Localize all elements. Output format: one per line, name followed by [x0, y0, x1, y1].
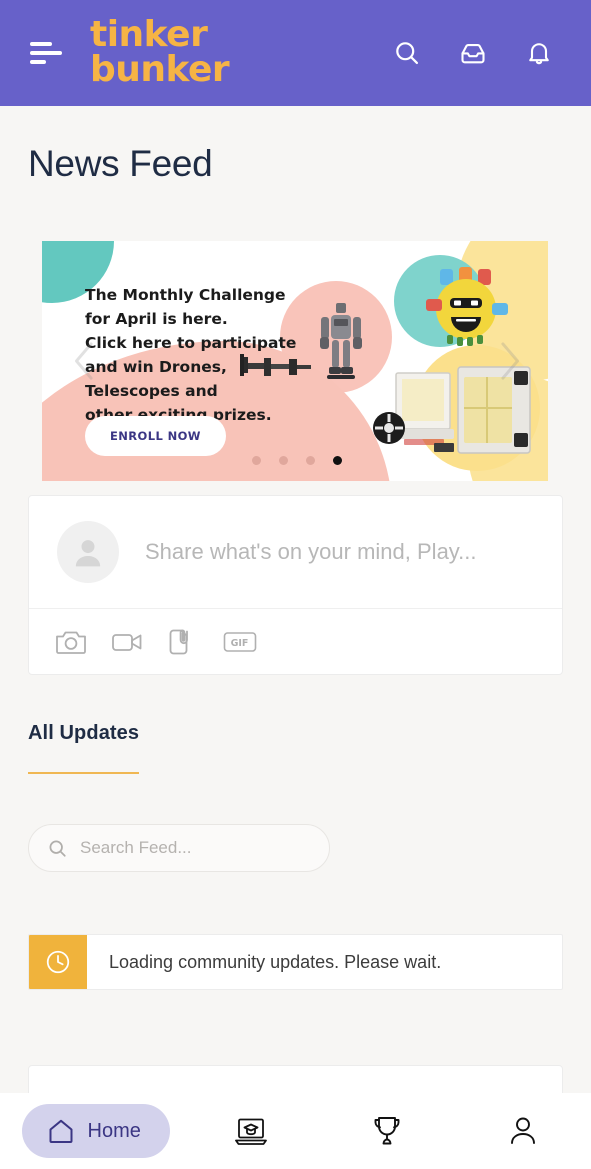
video-camera-icon[interactable] [111, 627, 145, 657]
header-actions [393, 39, 553, 67]
banner-line-2: for April is here. [85, 310, 228, 329]
composer-attachment-bar: GIF [29, 608, 562, 675]
app-logo[interactable]: tinker bunker [90, 14, 230, 90]
carousel-dots [252, 456, 342, 465]
chevron-right-icon[interactable] [494, 339, 524, 383]
hamburger-line [30, 60, 46, 64]
gif-icon[interactable]: GIF [223, 627, 257, 657]
default-user-avatar[interactable] [57, 521, 119, 583]
person-icon [509, 1116, 537, 1146]
spool-wheel-illustration [373, 412, 405, 444]
clock-icon [29, 935, 87, 989]
laptop-graduation-icon [234, 1116, 268, 1146]
search-icon[interactable] [393, 39, 421, 67]
inbox-icon[interactable] [459, 39, 487, 67]
svg-text:GIF: GIF [231, 638, 249, 649]
camera-icon[interactable] [55, 627, 89, 657]
carousel-dot[interactable] [252, 456, 261, 465]
tab-all-updates[interactable]: All Updates [28, 722, 139, 745]
logo-line-2: bunker [90, 49, 230, 90]
feed-search-box[interactable] [28, 824, 330, 872]
promo-banner-carousel[interactable]: The Monthly Challenge for April is here.… [42, 241, 548, 481]
attachment-icon[interactable] [167, 627, 201, 657]
loading-status-bar: Loading community updates. Please wait. [28, 934, 563, 990]
carousel-dot-active[interactable] [333, 456, 342, 465]
composer-input-row [29, 496, 562, 608]
app-header: tinker bunker [0, 0, 591, 106]
feed-tabs: All Updates [28, 722, 139, 774]
nav-home-label: Home [87, 1119, 141, 1142]
humanoid-robot-illustration [320, 303, 362, 379]
post-composer: GIF [28, 495, 563, 675]
yellow-robot-illustration [426, 267, 508, 346]
nav-profile[interactable] [455, 1093, 591, 1169]
bottom-navigation: Home [0, 1093, 591, 1169]
banner-line-1: The Monthly Challenge [85, 286, 286, 304]
tab-active-underline [28, 772, 139, 774]
app-root: tinker bunker News Feed The Monthly Chal… [0, 0, 591, 1169]
enroll-now-button[interactable]: ENROLL NOW [85, 416, 226, 456]
carousel-dot[interactable] [279, 456, 288, 465]
search-feed-input[interactable] [80, 838, 311, 858]
hamburger-line [30, 51, 62, 55]
logo-line-1: tinker [90, 14, 208, 56]
trophy-icon [372, 1115, 402, 1147]
chevron-left-icon[interactable] [70, 339, 100, 383]
nav-home-active-pill: Home [21, 1104, 170, 1158]
home-icon [47, 1117, 75, 1145]
nav-home[interactable]: Home [0, 1093, 183, 1169]
bell-icon[interactable] [525, 39, 553, 67]
nav-courses[interactable] [183, 1093, 319, 1169]
hamburger-line [30, 42, 52, 46]
carousel-dot[interactable] [306, 456, 315, 465]
loading-status-text: Loading community updates. Please wait. [109, 951, 442, 972]
hamburger-menu-icon[interactable] [30, 40, 64, 66]
search-icon [47, 838, 68, 859]
nav-rewards[interactable] [319, 1093, 455, 1169]
page-title: News Feed [28, 143, 213, 184]
composer-text-input[interactable] [145, 539, 534, 565]
